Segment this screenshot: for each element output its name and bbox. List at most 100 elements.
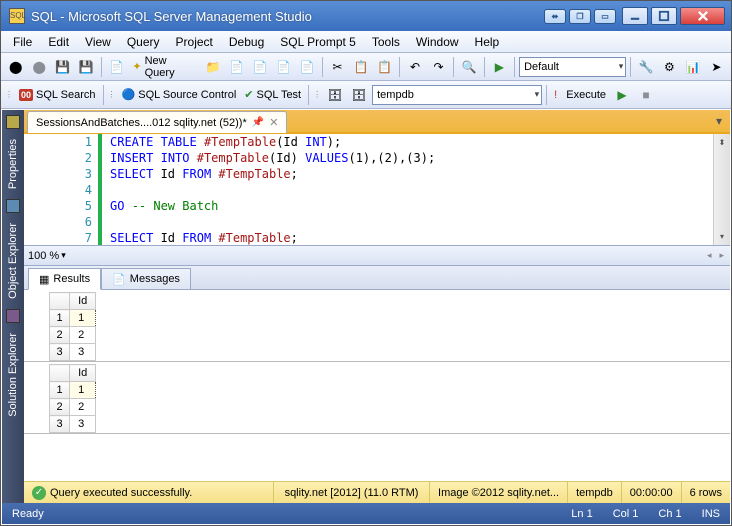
script1-icon[interactable]: 📄 (226, 56, 247, 78)
properties-tab[interactable]: Properties (5, 135, 21, 193)
tool-icon-1[interactable]: 🔧 (635, 56, 656, 78)
script4-icon[interactable]: 📄 (296, 56, 317, 78)
main-content: SessionsAndBatches....012 sqlity.net (52… (24, 110, 730, 503)
scroll-right-icon[interactable]: ▸ (719, 250, 730, 261)
results-panel: Id112233 Id112233 (24, 290, 730, 481)
status-server: sqlity.net [2012] (11.0 RTM) (274, 482, 430, 503)
win-small-3[interactable]: ▭ (594, 9, 616, 24)
nav-back-icon[interactable]: ⬤ (5, 56, 26, 78)
document-tab-label: SessionsAndBatches....012 sqlity.net (52… (36, 117, 247, 129)
app-icon: SQL (9, 8, 25, 24)
minimize-button[interactable] (622, 7, 648, 25)
tool-icon-3[interactable]: 📊 (682, 56, 703, 78)
menu-help[interactable]: Help (467, 33, 508, 51)
ide-status-bar: Ready Ln 1 Col 1 Ch 1 INS (2, 503, 730, 524)
menu-debug[interactable]: Debug (221, 33, 272, 51)
solution-explorer-tab[interactable]: Solution Explorer (5, 329, 21, 421)
menu-window[interactable]: Window (408, 33, 467, 51)
results-tab[interactable]: ▦ Results (28, 268, 101, 290)
redo-icon[interactable]: ↷ (428, 56, 449, 78)
solution-explorer-icon[interactable] (6, 309, 20, 323)
cut-icon[interactable]: ✂ (327, 56, 348, 78)
db-icon[interactable]: 🗄 (324, 84, 346, 106)
line-gutter: 1234567 (24, 134, 102, 245)
zoom-value[interactable]: 100 % (28, 250, 59, 262)
document-tab[interactable]: SessionsAndBatches....012 sqlity.net (52… (27, 111, 287, 133)
execute-label: Execute (566, 89, 606, 101)
sql-source-button[interactable]: 🔵SQL Source Control (119, 84, 240, 106)
window-title: SQL - Microsoft SQL Server Management St… (31, 9, 544, 24)
win-small-1[interactable]: ⬌ (544, 9, 566, 24)
paste-icon[interactable]: 📋 (374, 56, 395, 78)
properties-icon[interactable] (6, 115, 20, 129)
toolbar-main: ⬤ ⬤ 💾 💾 📄 ✦New Query 📁 📄 📄 📄 📄 ✂ 📋 📋 ↶ ↷… (1, 53, 731, 81)
status-db: tempdb (568, 482, 622, 503)
menu-query[interactable]: Query (119, 33, 168, 51)
script3-icon[interactable]: 📄 (273, 56, 294, 78)
scroll-left-icon[interactable]: ◂ (707, 250, 718, 261)
menu-sqlprompt[interactable]: SQL Prompt 5 (272, 33, 364, 51)
status-ch: Ch 1 (648, 508, 691, 520)
scroll-down-icon[interactable]: ▾ (714, 228, 730, 245)
titlebar: SQL SQL - Microsoft SQL Server Managemen… (1, 1, 731, 31)
sql-search-label: SQL Search (36, 89, 96, 101)
database-combo-value: tempdb (377, 89, 414, 101)
object-explorer-tab[interactable]: Object Explorer (5, 219, 21, 303)
find-icon[interactable]: 🔍 (458, 56, 479, 78)
debug-icon[interactable]: ▶ (611, 84, 633, 106)
pin-icon[interactable]: 📌 (252, 117, 264, 128)
close-button[interactable] (680, 7, 725, 25)
status-col: Col 1 (603, 508, 649, 520)
tool-icon-4[interactable]: ➤ (706, 56, 727, 78)
win-small-2[interactable]: ❐ (569, 9, 591, 24)
editor-scrollbar[interactable]: ⬍ ▾ (713, 134, 730, 245)
grip-icon[interactable]: ⋮ (5, 90, 14, 99)
sql-test-button[interactable]: ✔SQL Test (241, 84, 304, 106)
document-tab-strip: SessionsAndBatches....012 sqlity.net (52… (24, 110, 730, 134)
stop-icon[interactable]: ■ (635, 84, 657, 106)
split-icon[interactable]: ⬍ (714, 134, 730, 151)
close-tab-icon[interactable]: ✕ (269, 116, 278, 129)
undo-icon[interactable]: ↶ (404, 56, 425, 78)
grid-icon: ▦ (39, 273, 49, 286)
open-file-icon[interactable]: 📁 (202, 56, 223, 78)
toolbar-sql: ⋮ 00SQL Search ⋮ 🔵SQL Source Control ✔SQ… (1, 81, 731, 109)
query-status-bar: ✓Query executed successfully. sqlity.net… (24, 481, 730, 503)
results-tabstrip: ▦ Results 📄Messages (24, 266, 730, 290)
code-area[interactable]: CREATE TABLE #TempTable(Id INT);INSERT I… (102, 134, 713, 245)
save-all-icon[interactable]: 💾 (75, 56, 96, 78)
status-exec: Query executed successfully. (50, 487, 192, 499)
new-query-button[interactable]: ✦New Query (129, 56, 200, 78)
messages-tab[interactable]: 📄Messages (101, 268, 191, 290)
copy-icon[interactable]: 📋 (350, 56, 371, 78)
status-time: 00:00:00 (622, 482, 682, 503)
nav-fwd-icon[interactable]: ⬤ (28, 56, 49, 78)
tab-overflow-icon[interactable]: ▾ (708, 110, 730, 132)
tool-icon-2[interactable]: ⚙ (659, 56, 680, 78)
menu-edit[interactable]: Edit (40, 33, 77, 51)
database-combo[interactable]: tempdb (372, 85, 542, 105)
db-icon-2[interactable]: 🗄 (348, 84, 370, 106)
status-rows: 6 rows (682, 482, 730, 503)
solution-config-combo[interactable]: Default (519, 57, 626, 77)
start-icon[interactable]: ▶ (489, 56, 510, 78)
solution-config-value: Default (524, 61, 559, 73)
maximize-button[interactable] (651, 7, 677, 25)
results-tab-label: Results (53, 273, 90, 285)
status-image: Image ©2012 sqlity.net... (430, 482, 568, 503)
sql-search-button[interactable]: 00SQL Search (16, 84, 99, 106)
menu-view[interactable]: View (77, 33, 119, 51)
grip-icon-3[interactable]: ⋮ (313, 90, 322, 99)
new-project-icon[interactable]: 📄 (106, 56, 127, 78)
script2-icon[interactable]: 📄 (249, 56, 270, 78)
save-icon[interactable]: 💾 (52, 56, 73, 78)
menu-tools[interactable]: Tools (364, 33, 408, 51)
object-explorer-icon[interactable] (6, 199, 20, 213)
menu-project[interactable]: Project (168, 33, 221, 51)
menu-file[interactable]: File (5, 33, 40, 51)
zoom-bar: 100 %▾ ◂ ▸ (24, 246, 730, 266)
grip-icon-2[interactable]: ⋮ (108, 90, 117, 99)
code-editor[interactable]: 1234567 CREATE TABLE #TempTable(Id INT);… (24, 134, 730, 246)
messages-icon: 📄 (112, 273, 126, 286)
execute-button[interactable]: ! Execute (551, 84, 609, 106)
